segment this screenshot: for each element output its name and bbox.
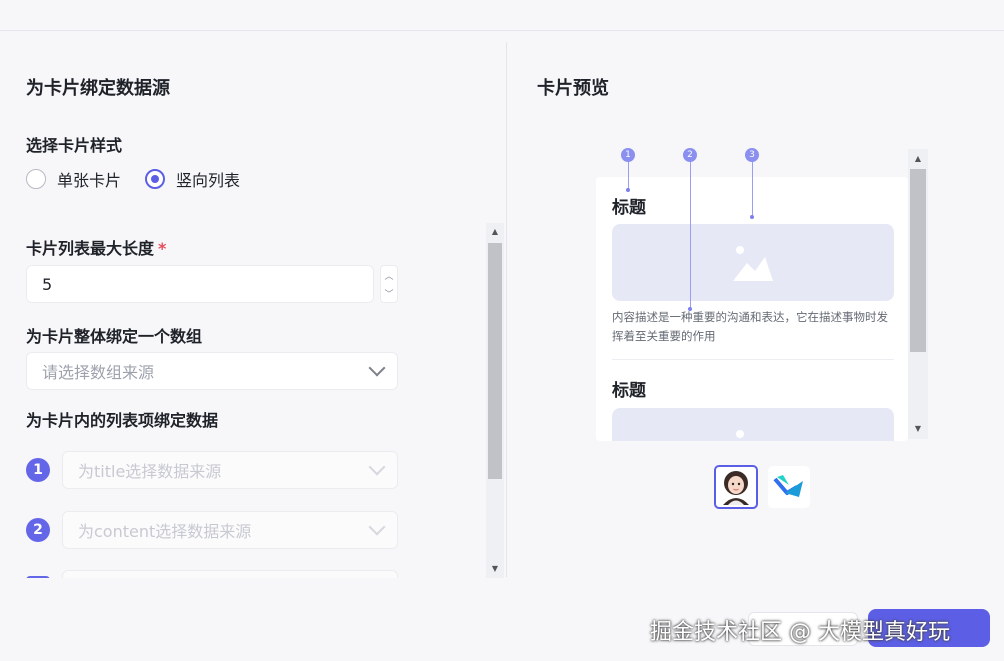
radio-single-card-circle[interactable] — [26, 169, 46, 189]
annotation-end-2 — [688, 307, 692, 311]
annotation-pin-2: 2 — [683, 148, 697, 162]
title-source-select[interactable]: 为title选择数据来源 — [62, 451, 398, 489]
list-item-label: 为卡片内的列表项绑定数据 — [26, 411, 219, 430]
list-item-select-3[interactable] — [62, 570, 398, 578]
radio-single-card[interactable]: 单张卡片 — [26, 167, 121, 191]
scroll-up-icon[interactable]: ▲ — [486, 226, 504, 238]
max-length-value: 5 — [42, 274, 53, 294]
content-source-select[interactable]: 为content选择数据来源 — [62, 511, 398, 549]
array-source-placeholder: 请选择数组来源 — [42, 363, 155, 382]
scroll-down-icon[interactable]: ▼ — [486, 563, 504, 575]
image-placeholder-2 — [612, 408, 894, 441]
avatar-girl-icon — [723, 471, 749, 505]
annotation-line-1 — [628, 161, 629, 189]
radio-vertical-list-label: 竖向列表 — [176, 171, 241, 190]
image-icon — [733, 246, 773, 281]
annotation-pin-3: 3 — [745, 148, 759, 162]
left-panel-title: 为卡片绑定数据源 — [26, 78, 170, 99]
stepper-up-icon[interactable]: ︿ — [384, 269, 393, 282]
left-scrollbar-thumb[interactable] — [488, 243, 502, 479]
annotation-line-3 — [752, 161, 753, 217]
left-panel-footer — [0, 578, 506, 661]
list-item-badge-1: 1 — [26, 458, 50, 482]
content-source-placeholder: 为content选择数据来源 — [78, 522, 252, 541]
panel-divider — [506, 42, 507, 577]
max-length-stepper[interactable]: ︿ ﹀ — [380, 265, 398, 303]
annotation-end-1 — [626, 188, 630, 192]
avatar-option-logo[interactable] — [768, 466, 810, 508]
annotation-pin-1: 1 — [621, 148, 635, 162]
preview-scrollbar[interactable]: ▲ ▼ — [908, 149, 928, 439]
chevron-down-icon — [368, 458, 386, 476]
card-title-2: 标题 — [612, 381, 646, 401]
top-bar — [0, 0, 1004, 31]
max-length-label-text: 卡片列表最大长度 — [26, 239, 155, 258]
scroll-down-icon[interactable]: ▼ — [908, 423, 928, 435]
scroll-up-icon[interactable]: ▲ — [908, 153, 928, 165]
card-description: 内容描述是一种重要的沟通和表达，它在描述事物时发挥着至关重要的作用 — [612, 310, 888, 343]
array-label: 为卡片整体绑定一个数组 — [26, 327, 203, 346]
chevron-down-icon — [368, 518, 386, 536]
chevron-down-icon — [368, 359, 386, 377]
array-source-select[interactable]: 请选择数组来源 — [26, 352, 398, 390]
left-scrollbar[interactable]: ▲ ▼ — [486, 223, 504, 578]
card-title: 标题 — [612, 198, 646, 218]
list-item-badge-2: 2 — [26, 518, 50, 542]
max-length-label: 卡片列表最大长度 * — [26, 235, 166, 259]
image-icon — [736, 430, 744, 438]
stepper-down-icon[interactable]: ﹀ — [384, 287, 393, 300]
max-length-input[interactable]: 5 — [26, 265, 374, 303]
right-panel-title: 卡片预览 — [537, 78, 609, 99]
watermark-text: 掘金技术社区 @ 大模型真好玩 — [650, 620, 950, 645]
title-source-placeholder: 为title选择数据来源 — [78, 462, 222, 481]
style-label: 选择卡片样式 — [26, 136, 123, 155]
brand-logo-icon — [773, 475, 803, 497]
required-mark: * — [158, 239, 167, 258]
image-placeholder — [612, 224, 894, 301]
card-separator — [612, 359, 894, 360]
radio-vertical-list-circle[interactable] — [145, 169, 165, 189]
radio-single-card-label: 单张卡片 — [57, 171, 122, 190]
radio-vertical-list[interactable]: 竖向列表 — [145, 167, 240, 191]
avatar-option-girl[interactable] — [714, 465, 758, 509]
annotation-end-3 — [750, 215, 754, 219]
preview-scrollbar-thumb[interactable] — [910, 169, 926, 352]
annotation-line-2 — [690, 161, 691, 309]
